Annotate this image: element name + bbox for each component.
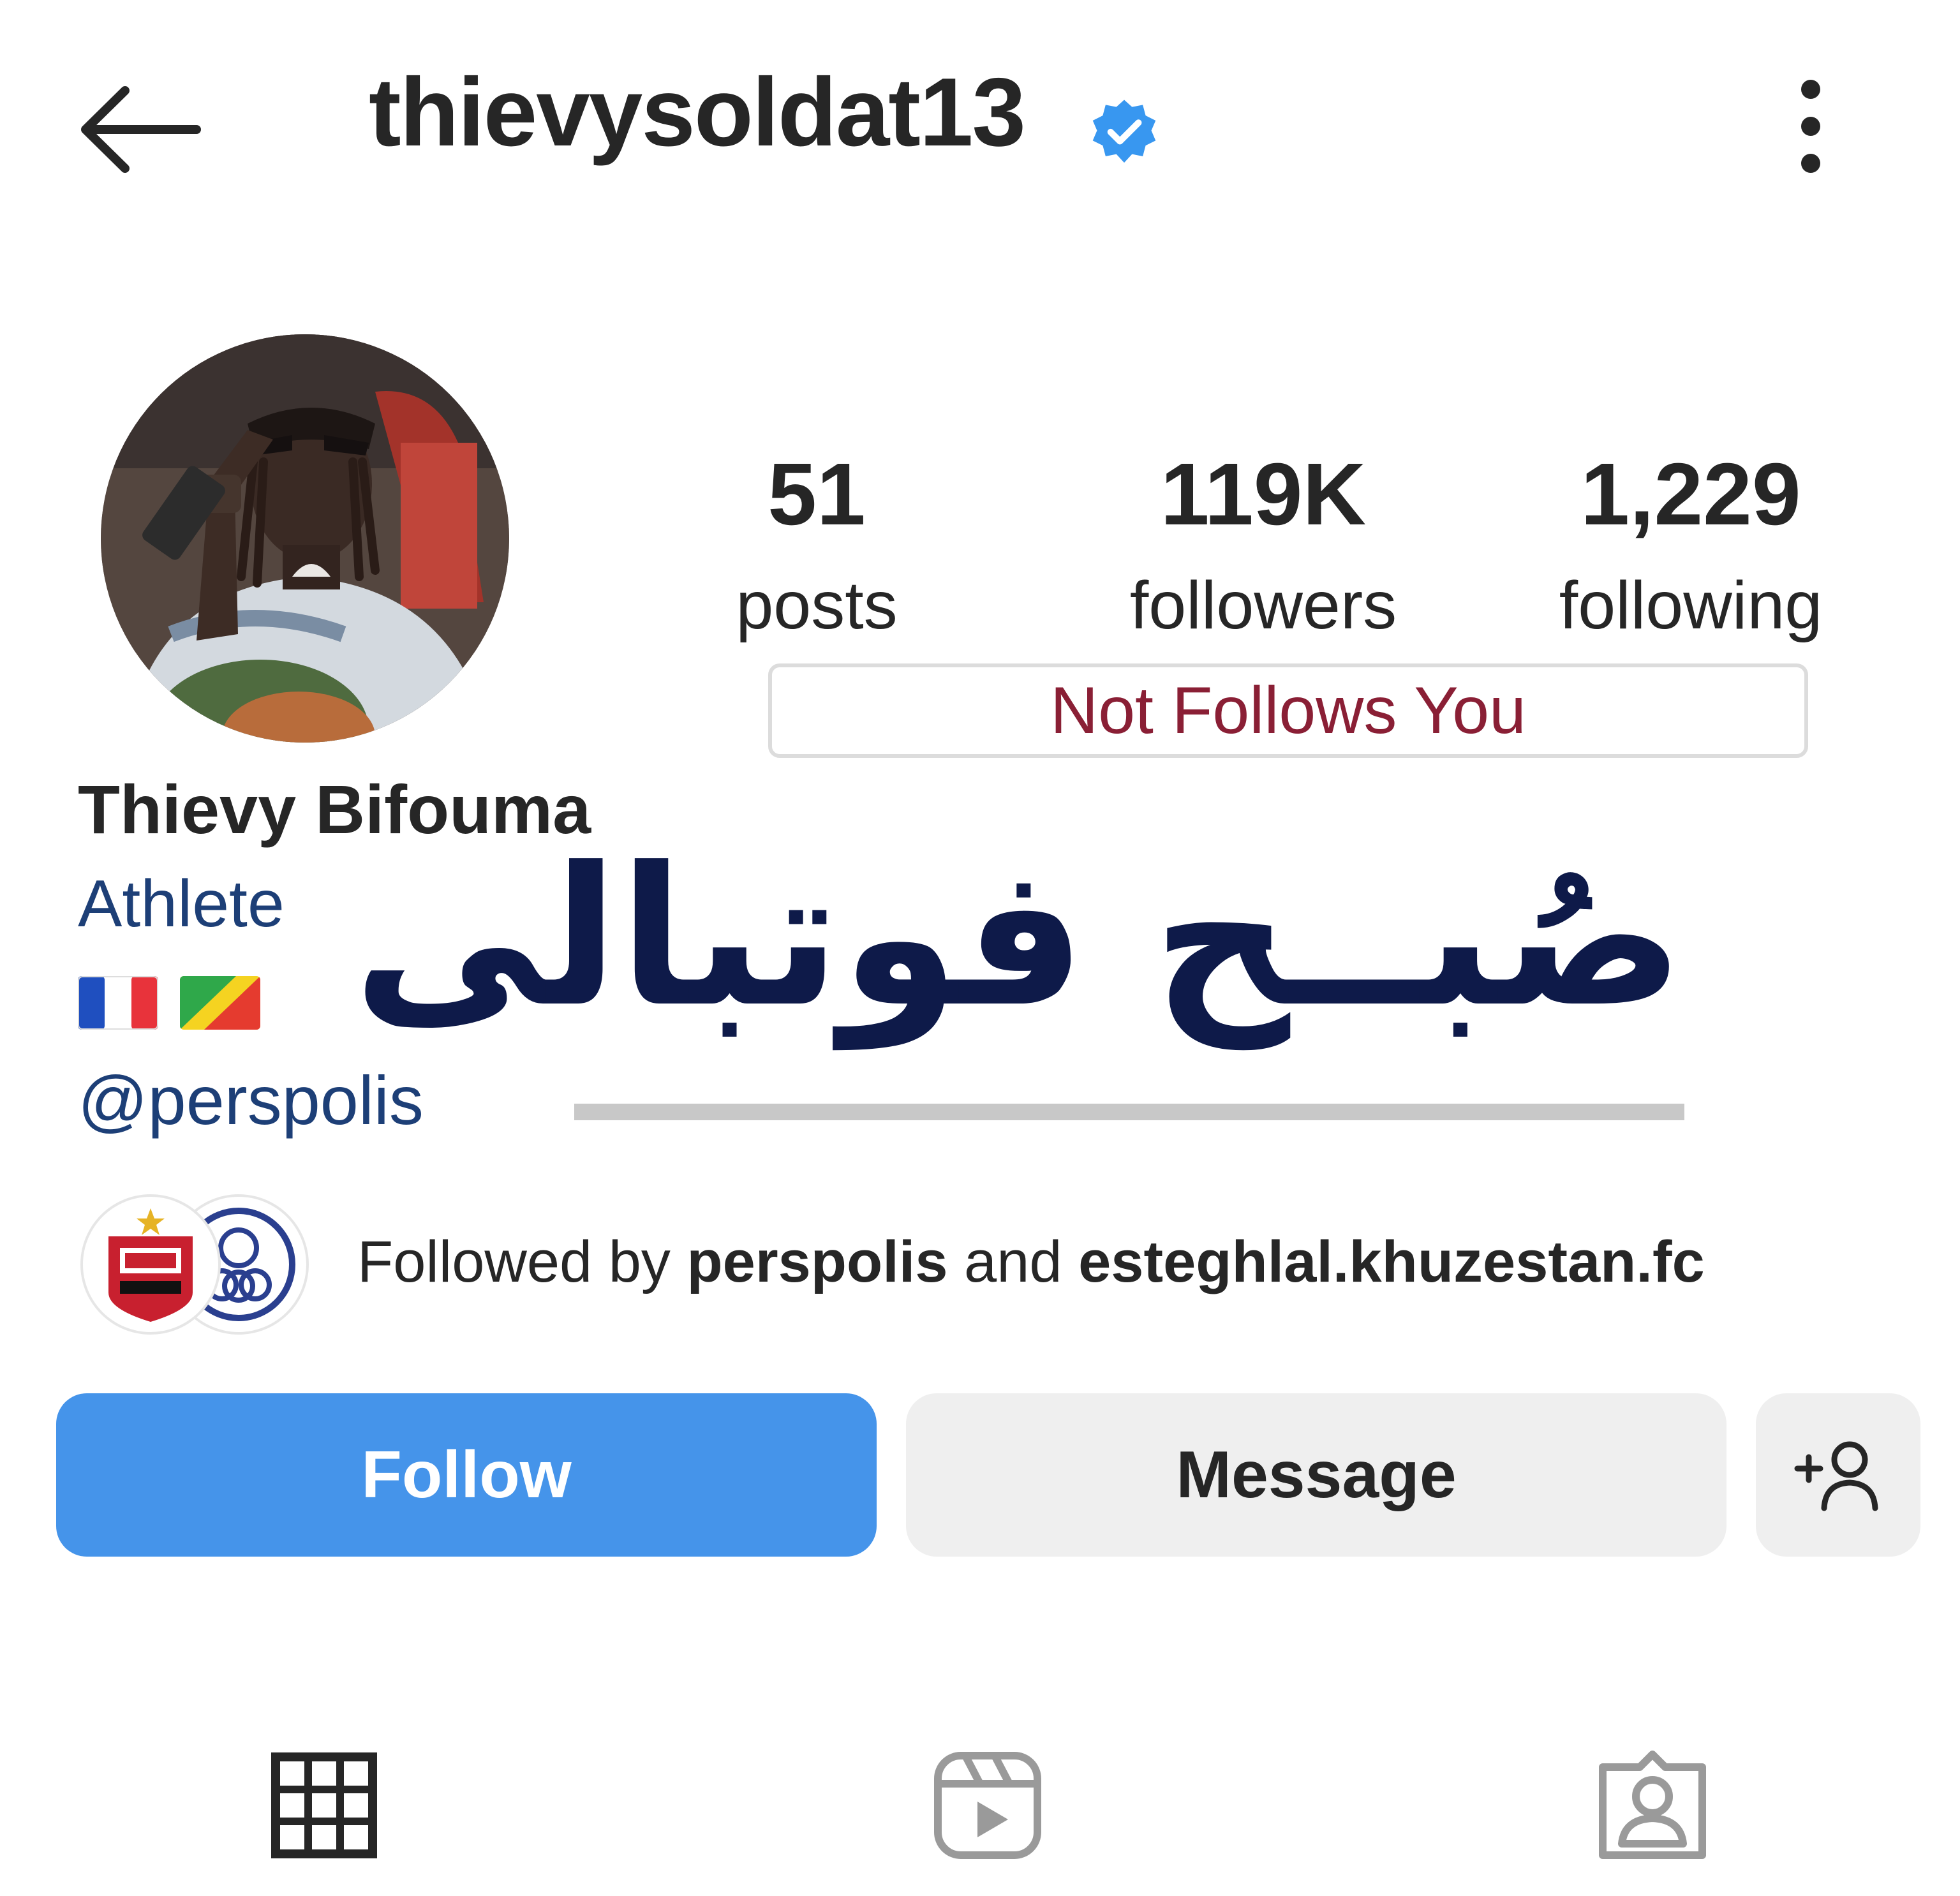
congo-flag-icon: [180, 976, 260, 1030]
watermark-text: صُبــح فوتبالی: [353, 826, 1684, 1049]
message-button[interactable]: Message: [906, 1393, 1726, 1557]
following-count[interactable]: 1,229: [1518, 450, 1863, 538]
follow-button[interactable]: Follow: [56, 1393, 877, 1557]
followed-by-conjunction: and: [964, 1229, 1062, 1294]
verified-badge-icon: [1088, 97, 1160, 168]
back-arrow-icon: [81, 86, 201, 173]
tab-reels[interactable]: [924, 1742, 1051, 1869]
suggested-accounts-button[interactable]: [1756, 1393, 1920, 1557]
tab-posts-grid[interactable]: [260, 1742, 388, 1869]
profile-username: thievysoldat13: [369, 58, 1026, 167]
followers-count[interactable]: 119K: [1085, 450, 1442, 538]
back-button[interactable]: [75, 82, 203, 177]
posts-count: 51: [768, 445, 866, 544]
relationship-badge: Not Follows You: [768, 663, 1808, 758]
grid-icon: [271, 1752, 377, 1858]
more-options-icon: [1801, 80, 1820, 173]
reels-icon: [934, 1752, 1041, 1859]
mutual-avatar-perspolis[interactable]: [83, 1197, 218, 1332]
following-label[interactable]: following: [1518, 572, 1863, 639]
followed-by-user-2[interactable]: esteghlal.khuzestan.fc: [1078, 1229, 1705, 1294]
profile-category: Athlete: [78, 867, 285, 941]
add-person-icon: [1794, 1441, 1878, 1511]
tab-tagged[interactable]: [1589, 1742, 1716, 1869]
bio-flags: [78, 976, 260, 1030]
france-flag-icon: [78, 976, 158, 1030]
profile-avatar[interactable]: [101, 334, 509, 743]
posts-label: posts: [736, 568, 898, 643]
bio-mention-link[interactable]: @perspolis: [78, 1062, 424, 1139]
followed-by-prefix: Followed by: [357, 1229, 671, 1294]
followed-by-text[interactable]: Followed by perspolis and esteghlal.khuz…: [357, 1229, 1705, 1294]
tagged-icon: [1599, 1751, 1706, 1859]
followers-label[interactable]: followers: [1085, 572, 1442, 639]
more-options-button[interactable]: [1785, 75, 1836, 177]
watermark-underline: [574, 1104, 1684, 1120]
followed-by-user-1[interactable]: perspolis: [687, 1229, 947, 1294]
